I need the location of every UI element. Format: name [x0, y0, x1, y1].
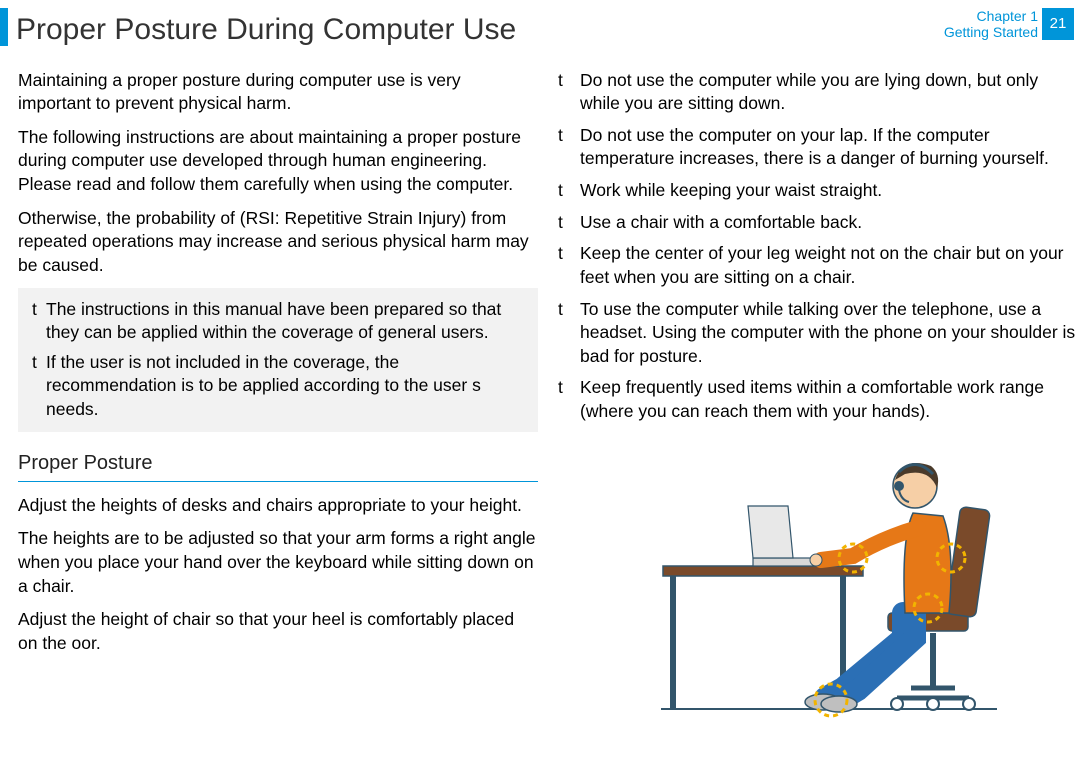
intro-para-1: Maintaining a proper posture during comp… — [18, 69, 538, 116]
bullet-mark: t — [558, 124, 580, 171]
bullet-mark: t — [558, 179, 580, 203]
bullet-item: t Use a chair with a comfortable back. — [558, 211, 1078, 235]
chapter-line-1: Chapter 1 — [944, 8, 1038, 24]
note-text: If the user is not included in the cover… — [46, 351, 524, 422]
bullet-item: t Keep frequently used items within a co… — [558, 376, 1078, 423]
bullet-text: To use the computer while talking over t… — [580, 298, 1078, 369]
note-item: t If the user is not included in the cov… — [32, 351, 524, 422]
intro-para-3: Otherwise, the probability of (RSI: Repe… — [18, 207, 538, 278]
bullet-item: t Do not use the computer on your lap. I… — [558, 124, 1078, 171]
bullet-text: Keep the center of your leg weight not o… — [580, 242, 1078, 289]
posture-illustration — [653, 438, 1063, 728]
bullet-item: t Keep the center of your leg weight not… — [558, 242, 1078, 289]
right-column: t Do not use the computer while you are … — [556, 69, 1078, 728]
bullet-mark: t — [558, 376, 580, 423]
bullet-text: Do not use the computer while you are ly… — [580, 69, 1078, 116]
page-header: Proper Posture During Computer Use Chapt… — [0, 0, 1080, 69]
bullet-item: t Work while keeping your waist straight… — [558, 179, 1078, 203]
bullet-mark: t — [558, 298, 580, 369]
bullet-mark: t — [558, 242, 580, 289]
title-accent-bar — [0, 8, 8, 46]
bullet-mark: t — [32, 298, 46, 345]
left-column: Maintaining a proper posture during comp… — [18, 69, 556, 728]
page-title: Proper Posture During Computer Use — [16, 8, 944, 51]
posture-para-1: Adjust the heights of desks and chairs a… — [18, 494, 538, 518]
bullet-text: Work while keeping your waist straight. — [580, 179, 1078, 203]
bullet-text: Keep frequently used items within a comf… — [580, 376, 1078, 423]
note-item: t The instructions in this manual have b… — [32, 298, 524, 345]
posture-para-3: Adjust the height of chair so that your … — [18, 608, 538, 655]
page-number-badge: 21 — [1042, 8, 1074, 40]
content-columns: Maintaining a proper posture during comp… — [0, 69, 1080, 728]
intro-para-2: The following instructions are about mai… — [18, 126, 538, 197]
bullet-item: t To use the computer while talking over… — [558, 298, 1078, 369]
bullet-mark: t — [32, 351, 46, 422]
bullet-mark: t — [558, 211, 580, 235]
bullet-mark: t — [558, 69, 580, 116]
posture-para-2: The heights are to be adjusted so that y… — [18, 527, 538, 598]
chapter-line-2: Getting Started — [944, 24, 1038, 40]
bullet-text: Do not use the computer on your lap. If … — [580, 124, 1078, 171]
chapter-label: Chapter 1 Getting Started — [944, 8, 1038, 40]
note-text: The instructions in this manual have bee… — [46, 298, 524, 345]
note-box: t The instructions in this manual have b… — [18, 288, 538, 432]
chapter-block: Chapter 1 Getting Started 21 — [944, 8, 1080, 40]
bullet-text: Use a chair with a comfortable back. — [580, 211, 1078, 235]
bullet-item: t Do not use the computer while you are … — [558, 69, 1078, 116]
section-heading: Proper Posture — [18, 450, 538, 482]
